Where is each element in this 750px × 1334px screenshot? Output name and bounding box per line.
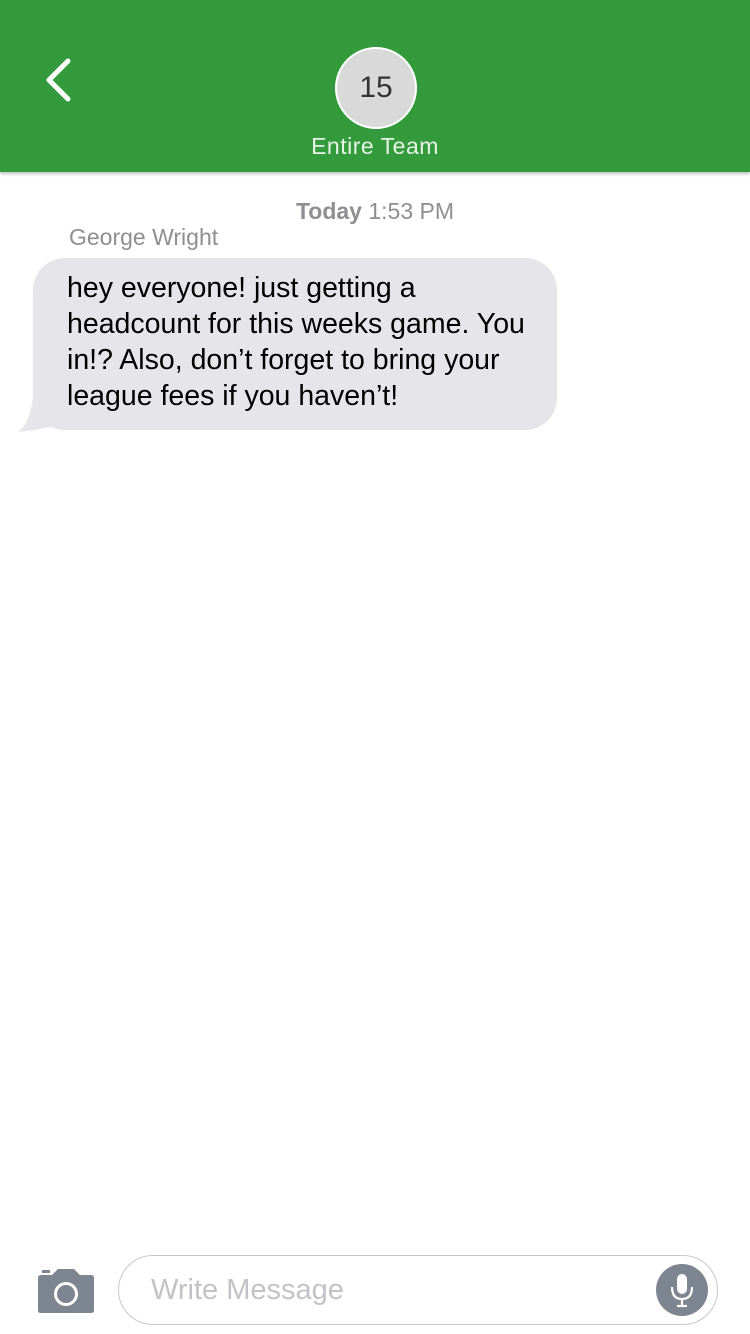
camera-icon	[38, 1269, 94, 1313]
member-count: 15	[359, 71, 393, 104]
mic-button[interactable]	[656, 1264, 708, 1316]
camera-button[interactable]	[36, 1268, 96, 1314]
chevron-left-icon	[46, 58, 71, 102]
message-timestamp: Today 1:53 PM	[0, 198, 750, 225]
timestamp-time: 1:53 PM	[368, 198, 455, 224]
message-composer	[0, 1240, 750, 1334]
microphone-icon	[670, 1274, 694, 1308]
back-button[interactable]	[28, 50, 88, 110]
message-input[interactable]	[118, 1255, 718, 1325]
timestamp-day: Today	[295, 198, 362, 224]
message-text: hey everyone! just getting a headcount f…	[33, 258, 557, 430]
sender-name: George Wright	[69, 224, 219, 250]
group-title[interactable]: Entire Team	[0, 133, 750, 160]
header-bar: 15 Entire Team	[0, 0, 750, 172]
group-avatar[interactable]: 15	[335, 47, 417, 129]
